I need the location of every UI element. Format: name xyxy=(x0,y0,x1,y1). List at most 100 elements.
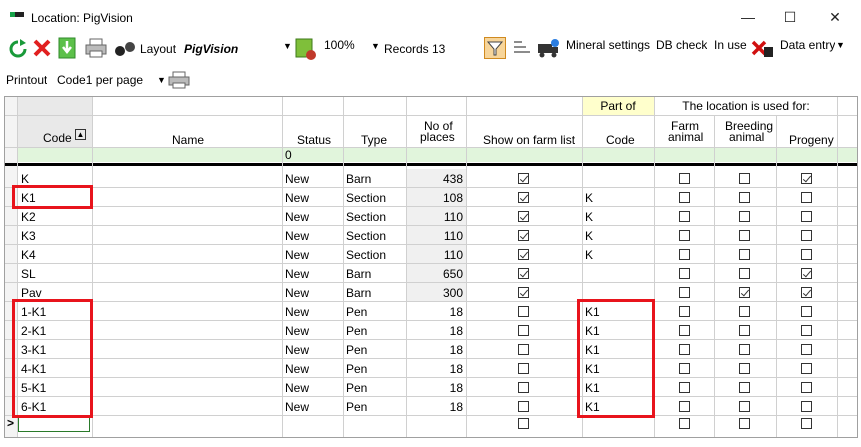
table-row[interactable]: 2-K1 New Pen 18 K1 xyxy=(5,321,857,340)
row-status[interactable]: New xyxy=(285,343,309,357)
save-layout-icon[interactable] xyxy=(294,37,318,61)
show-on-farm-checkbox[interactable] xyxy=(518,211,529,222)
row-part-of[interactable]: K xyxy=(585,248,593,262)
in-use-button[interactable]: In use xyxy=(714,38,747,52)
row-type[interactable]: Barn xyxy=(346,172,371,186)
row-status[interactable]: New xyxy=(285,381,309,395)
breeding-animal-checkbox[interactable] xyxy=(739,401,750,412)
table-row[interactable]: K4 New Section 110 K xyxy=(5,245,857,264)
printout-dropdown-arrow-icon[interactable]: ▼ xyxy=(157,75,166,85)
row-type[interactable]: Pen xyxy=(346,324,367,338)
row-status[interactable]: New xyxy=(285,400,309,414)
layout-icon[interactable] xyxy=(114,39,136,57)
row-type[interactable]: Pen xyxy=(346,400,367,414)
farm-animal-checkbox[interactable] xyxy=(679,192,690,203)
new-row-show-checkbox[interactable] xyxy=(518,418,529,429)
breeding-animal-checkbox[interactable] xyxy=(739,211,750,222)
data-entry-dropdown-arrow-icon[interactable]: ▼ xyxy=(836,40,845,50)
farm-animal-checkbox[interactable] xyxy=(679,363,690,374)
progeny-checkbox[interactable] xyxy=(801,211,812,222)
column-header-code[interactable]: Code xyxy=(43,131,72,145)
row-type[interactable]: Barn xyxy=(346,286,371,300)
table-row[interactable]: Pav New Barn 300 xyxy=(5,283,857,302)
row-type[interactable]: Section xyxy=(346,210,386,224)
show-on-farm-checkbox[interactable] xyxy=(518,382,529,393)
row-places[interactable]: 18 xyxy=(407,305,463,319)
row-type[interactable]: Barn xyxy=(346,267,371,281)
progeny-checkbox[interactable] xyxy=(801,173,812,184)
row-code[interactable]: K xyxy=(21,172,29,186)
zoom-value[interactable]: 100% xyxy=(324,38,355,52)
table-row[interactable]: 3-K1 New Pen 18 K1 xyxy=(5,340,857,359)
farm-animal-checkbox[interactable] xyxy=(679,268,690,279)
row-type[interactable]: Pen xyxy=(346,343,367,357)
layout-dropdown-arrow-icon[interactable]: ▼ xyxy=(283,41,292,51)
status-filter-value[interactable]: 0 xyxy=(285,148,292,162)
progeny-checkbox[interactable] xyxy=(801,249,812,260)
progeny-checkbox[interactable] xyxy=(801,287,812,298)
breeding-animal-checkbox[interactable] xyxy=(739,287,750,298)
minimize-button[interactable]: — xyxy=(733,6,763,28)
row-status[interactable]: New xyxy=(285,305,309,319)
column-header-part-of-code[interactable]: Code xyxy=(606,133,635,147)
row-places[interactable]: 110 xyxy=(407,229,463,243)
row-places[interactable]: 650 xyxy=(407,267,463,281)
farm-animal-checkbox[interactable] xyxy=(679,287,690,298)
progeny-checkbox[interactable] xyxy=(801,192,812,203)
show-on-farm-checkbox[interactable] xyxy=(518,192,529,203)
row-code[interactable]: K2 xyxy=(21,210,36,224)
breeding-animal-checkbox[interactable] xyxy=(739,173,750,184)
row-code[interactable]: K4 xyxy=(21,248,36,262)
show-on-farm-checkbox[interactable] xyxy=(518,325,529,336)
breeding-animal-checkbox[interactable] xyxy=(739,249,750,260)
show-on-farm-checkbox[interactable] xyxy=(518,268,529,279)
farm-animal-checkbox[interactable] xyxy=(679,401,690,412)
row-places[interactable]: 300 xyxy=(407,286,463,300)
data-entry-menu[interactable]: Data entry xyxy=(780,38,835,52)
row-type[interactable]: Section xyxy=(346,229,386,243)
progeny-checkbox[interactable] xyxy=(801,230,812,241)
filter-button[interactable] xyxy=(484,37,506,59)
breeding-animal-checkbox[interactable] xyxy=(739,306,750,317)
new-row-farm-checkbox[interactable] xyxy=(679,418,690,429)
close-window-button[interactable]: ✕ xyxy=(820,6,850,28)
db-check-button[interactable]: DB check xyxy=(656,38,707,52)
farm-animal-checkbox[interactable] xyxy=(679,173,690,184)
maximize-button[interactable]: ☐ xyxy=(775,6,805,28)
farm-animal-checkbox[interactable] xyxy=(679,249,690,260)
printout-select[interactable]: Code1 per page xyxy=(57,73,143,87)
breeding-animal-checkbox[interactable] xyxy=(739,325,750,336)
printout-print-icon[interactable] xyxy=(168,71,190,89)
farm-animal-checkbox[interactable] xyxy=(679,325,690,336)
row-type[interactable]: Pen xyxy=(346,381,367,395)
show-on-farm-checkbox[interactable] xyxy=(518,363,529,374)
row-part-of[interactable]: K xyxy=(585,191,593,205)
row-places[interactable]: 108 xyxy=(407,191,463,205)
farm-animal-checkbox[interactable] xyxy=(679,230,690,241)
refresh-icon[interactable] xyxy=(8,39,28,59)
show-on-farm-checkbox[interactable] xyxy=(518,401,529,412)
table-row[interactable]: K1 New Section 108 K xyxy=(5,188,857,207)
table-row[interactable]: K2 New Section 110 K xyxy=(5,207,857,226)
row-code[interactable]: SL xyxy=(21,267,36,281)
table-row[interactable]: 5-K1 New Pen 18 K1 xyxy=(5,378,857,397)
column-header-type[interactable]: Type xyxy=(361,133,387,147)
sort-ascending-icon[interactable]: ▲ xyxy=(75,129,86,140)
truck-icon[interactable] xyxy=(536,38,560,58)
row-places[interactable]: 18 xyxy=(407,381,463,395)
progeny-checkbox[interactable] xyxy=(801,268,812,279)
column-header-progeny[interactable]: Progeny xyxy=(789,133,834,147)
row-places[interactable]: 18 xyxy=(407,343,463,357)
farm-animal-checkbox[interactable] xyxy=(679,306,690,317)
row-status[interactable]: New xyxy=(285,172,309,186)
row-status[interactable]: New xyxy=(285,267,309,281)
progeny-checkbox[interactable] xyxy=(801,325,812,336)
table-row[interactable]: 1-K1 New Pen 18 K1 xyxy=(5,302,857,321)
row-part-of[interactable]: K xyxy=(585,210,593,224)
show-on-farm-checkbox[interactable] xyxy=(518,249,529,260)
location-grid[interactable]: Part of The location is used for: Code ▲… xyxy=(4,96,858,438)
show-on-farm-checkbox[interactable] xyxy=(518,173,529,184)
row-places[interactable]: 438 xyxy=(407,172,463,186)
new-row-breeding-checkbox[interactable] xyxy=(739,418,750,429)
print-icon[interactable] xyxy=(85,38,107,58)
